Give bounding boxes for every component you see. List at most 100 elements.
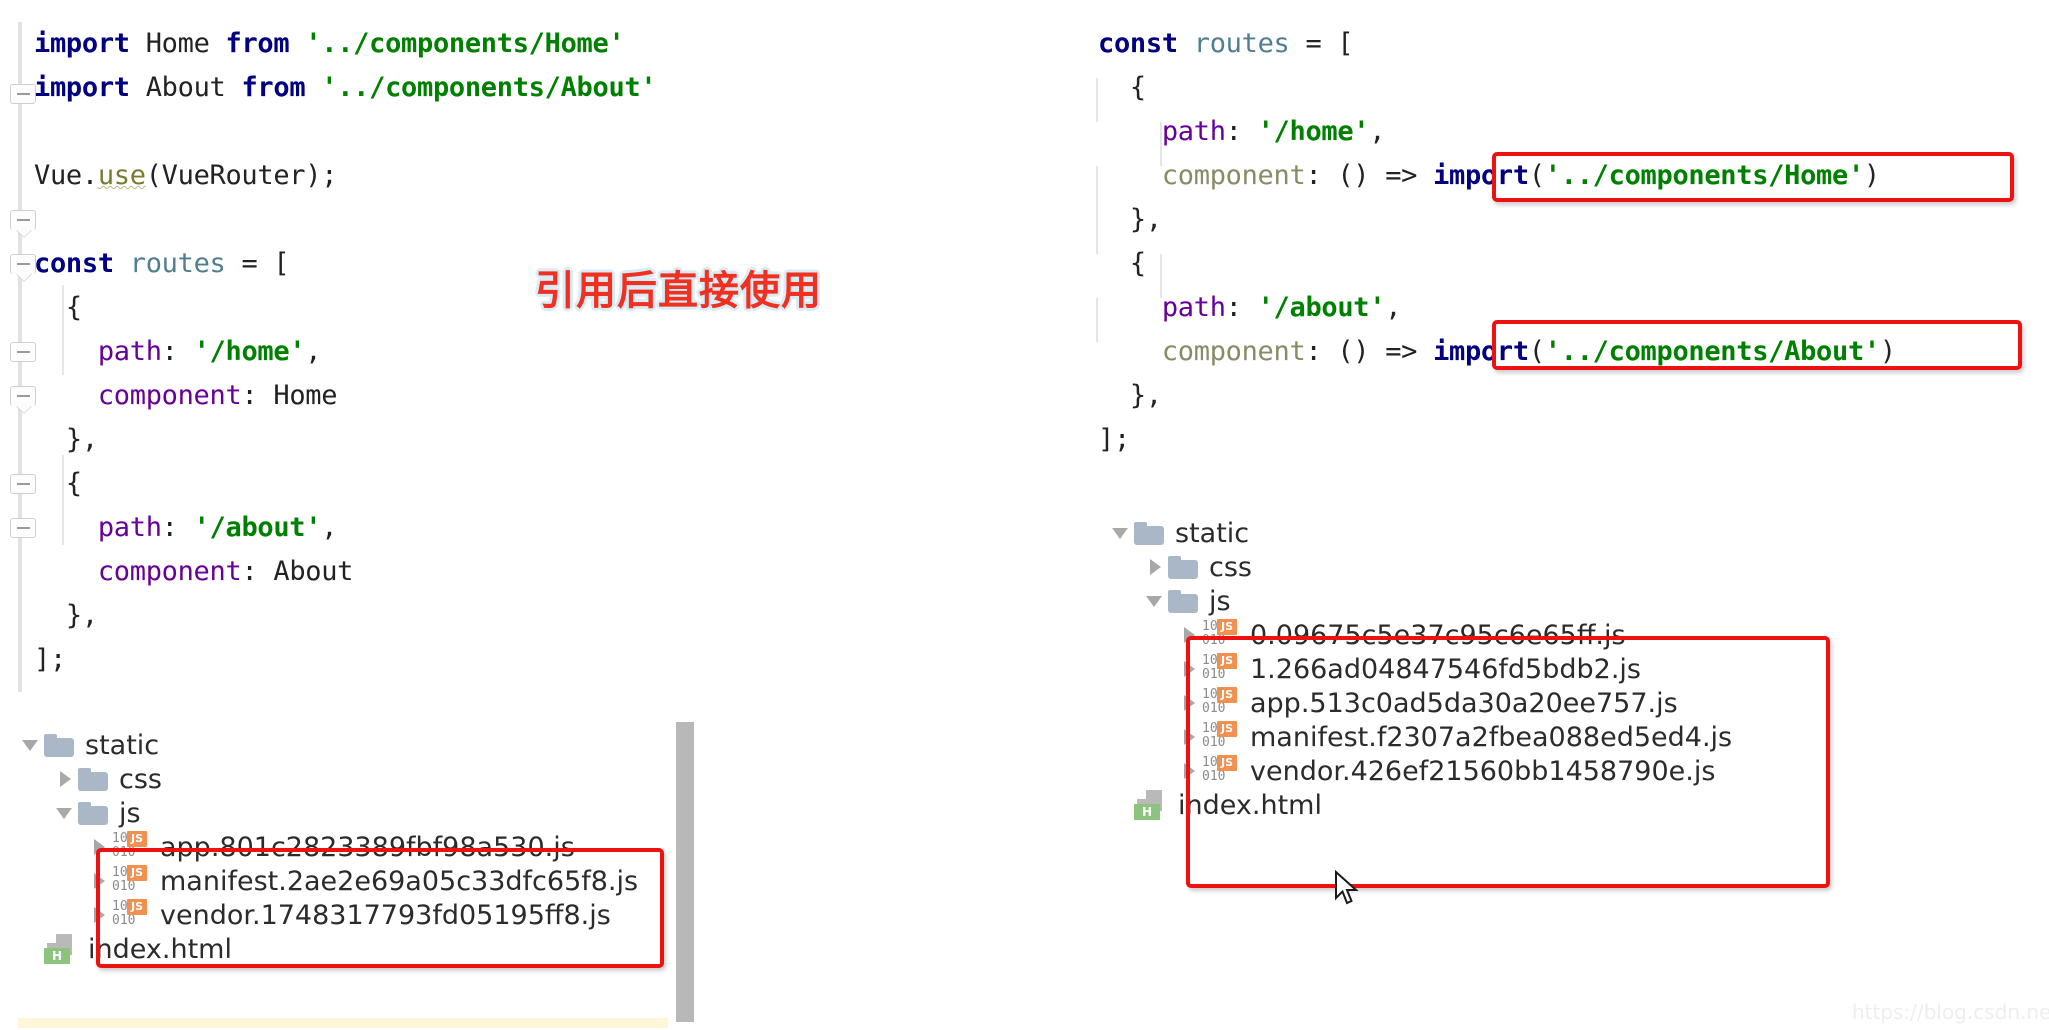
chevron-right-icon[interactable] xyxy=(1176,690,1202,716)
right-tree-label: 0.09675c5e37c95c6e65ff.js xyxy=(1250,619,1626,651)
code-token: : xyxy=(1225,116,1258,147)
chevron-down-icon[interactable] xyxy=(18,732,44,758)
left-tree-label: manifest.2ae2e69a05c33dfc65f8.js xyxy=(160,865,639,897)
fold-marker[interactable] xyxy=(10,518,36,538)
code-token: = [ xyxy=(1289,28,1354,59)
code-token: , xyxy=(1385,292,1402,323)
annotation-text: 引用后直接使用 xyxy=(535,268,822,314)
chevron-down-icon[interactable] xyxy=(52,800,78,826)
code-token: }, xyxy=(34,600,98,631)
code-line: component: About xyxy=(34,550,1034,594)
code-token: About xyxy=(145,72,226,103)
code-line: path: '/home', xyxy=(34,330,1034,374)
code-token: component xyxy=(1161,160,1306,191)
left-tree-row[interactable]: static xyxy=(18,728,678,762)
code-line: component: () => import('../components/A… xyxy=(1098,330,2049,374)
chevron-right-icon[interactable] xyxy=(1176,758,1202,784)
chevron-right-icon[interactable] xyxy=(1176,622,1202,648)
chevron-down-icon[interactable] xyxy=(1142,588,1168,614)
code-token: import xyxy=(34,72,130,103)
folder-icon xyxy=(1134,521,1164,545)
right-code-editor[interactable]: const routes = [ { path: '/home', compon… xyxy=(1098,22,2049,462)
right-tree-row[interactable]: Hindex.html xyxy=(1108,788,1908,822)
fold-marker[interactable] xyxy=(10,386,36,413)
code-token: '../components/Home' xyxy=(1544,160,1864,191)
code-line: Vue.use(VueRouter); xyxy=(34,154,1034,198)
fold-marker[interactable] xyxy=(10,210,36,237)
right-tree-row[interactable]: 10 010 JS app.513c0ad5da30a20ee757.js xyxy=(1108,686,1908,720)
left-tree-row[interactable]: 10 010 JS vendor.1748317793fd05195ff8.js xyxy=(18,898,678,932)
js-file-icon: 10 010 JS xyxy=(1202,755,1242,786)
chevron-right-icon[interactable] xyxy=(86,834,112,860)
right-tree-label: manifest.f2307a2fbea088ed5ed4.js xyxy=(1250,721,1733,753)
left-file-tree[interactable]: static css js 10 010 JS app.801c2823389fbf98a5… xyxy=(18,728,678,966)
code-line: component: Home xyxy=(34,374,1034,418)
code-token: from xyxy=(225,28,290,59)
left-tree-row[interactable]: 10 010 JS app.801c2823389fbf98a530.js xyxy=(18,830,678,864)
code-token: : xyxy=(241,380,274,411)
code-token: '../components/About' xyxy=(1544,336,1880,367)
right-tree-row[interactable]: 10 010 JS manifest.f2307a2fbea088ed5ed4.js xyxy=(1108,720,1908,754)
code-line: }, xyxy=(34,594,1034,638)
no-twisty-icon xyxy=(1108,792,1134,818)
code-token: }, xyxy=(1098,380,1162,411)
fold-marker[interactable] xyxy=(10,474,36,494)
left-tree-row[interactable]: js xyxy=(18,796,678,830)
js-file-icon: 10 010 JS xyxy=(112,899,152,930)
folder-icon xyxy=(1168,589,1198,613)
left-tree-bottom-strip xyxy=(18,1018,668,1028)
watermark-text: https://blog.csdn.net/xiapi3 xyxy=(1852,1000,2049,1024)
code-token: routes xyxy=(1193,28,1290,59)
code-line: ]; xyxy=(1098,418,2049,462)
right-tree-row[interactable]: 10 010 JS 1.266ad04847546fd5bdb2.js xyxy=(1108,652,1908,686)
code-token: , xyxy=(1369,116,1386,147)
code-token: , xyxy=(321,512,338,543)
code-token: path xyxy=(1161,116,1226,147)
right-tree-row[interactable]: 10 010 JS vendor.426ef21560bb1458790e.js xyxy=(1108,754,1908,788)
right-tree-label: app.513c0ad5da30a20ee757.js xyxy=(1250,687,1678,719)
code-token: const xyxy=(34,248,114,279)
js-file-icon: 10 010 JS xyxy=(1202,687,1242,718)
chevron-right-icon[interactable] xyxy=(86,902,112,928)
right-tree-label: static xyxy=(1175,517,1250,549)
left-tree-row[interactable]: Hindex.html xyxy=(18,932,678,966)
left-tree-label: vendor.1748317793fd05195ff8.js xyxy=(160,899,611,931)
fold-marker[interactable] xyxy=(10,254,36,281)
right-tree-row[interactable]: 10 010 JS 0.09675c5e37c95c6e65ff.js xyxy=(1108,618,1908,652)
code-line: }, xyxy=(1098,374,2049,418)
chevron-right-icon[interactable] xyxy=(52,766,78,792)
code-token: import xyxy=(1433,336,1529,367)
chevron-right-icon[interactable] xyxy=(86,868,112,894)
left-tree-row[interactable]: css xyxy=(18,762,678,796)
chevron-right-icon[interactable] xyxy=(1176,724,1202,750)
right-tree-row[interactable]: js xyxy=(1108,584,1908,618)
left-code-editor[interactable]: import Home from '../components/Home' imp… xyxy=(34,22,1034,682)
left-tree-row[interactable]: 10 010 JS manifest.2ae2e69a05c33dfc65f8.js xyxy=(18,864,678,898)
chevron-down-icon[interactable] xyxy=(1108,520,1134,546)
fold-marker[interactable] xyxy=(10,342,36,362)
chevron-right-icon[interactable] xyxy=(1176,656,1202,682)
js-file-icon: 10 010 JS xyxy=(1202,721,1242,752)
left-tree-scrollbar-thumb[interactable] xyxy=(676,722,694,1022)
code-line: const routes = [ xyxy=(34,242,1034,286)
code-token: '/home' xyxy=(193,336,306,367)
right-tree-label: 1.266ad04847546fd5bdb2.js xyxy=(1250,653,1641,685)
code-token: ( xyxy=(1528,336,1545,367)
chevron-right-icon[interactable] xyxy=(1142,554,1168,580)
right-tree-row[interactable]: css xyxy=(1108,550,1908,584)
code-token: Vue. xyxy=(34,160,98,191)
code-line: path: '/home', xyxy=(1098,110,2049,154)
code-token: : xyxy=(1225,292,1258,323)
right-tree-row[interactable]: static xyxy=(1108,516,1908,550)
right-file-tree[interactable]: static css js 10 010 JS 0.09675c5e37c95c6e65ff… xyxy=(1108,516,1908,822)
js-file-icon: 10 010 JS xyxy=(1202,619,1242,650)
code-token: use xyxy=(97,160,146,191)
fold-marker[interactable] xyxy=(10,84,36,104)
